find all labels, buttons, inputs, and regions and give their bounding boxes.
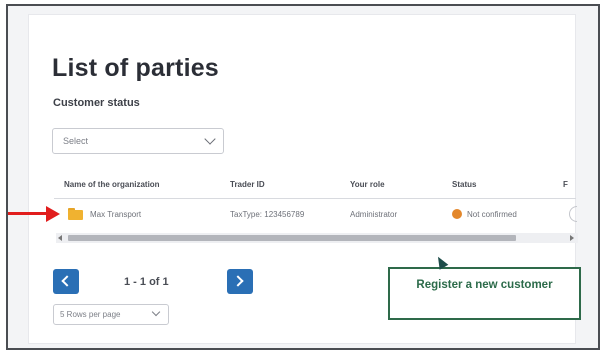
folder-icon (68, 208, 83, 220)
column-header-trader-id[interactable]: Trader ID (230, 180, 265, 189)
row-trader-id: TaxType: 123456789 (230, 210, 305, 219)
chevron-down-icon (204, 133, 216, 145)
next-page-button[interactable] (227, 269, 253, 294)
register-new-customer-button[interactable]: Register a new customer (388, 267, 581, 320)
scroll-left-icon[interactable] (58, 235, 62, 241)
column-header-role[interactable]: Your role (350, 180, 385, 189)
scroll-right-icon[interactable] (570, 235, 574, 241)
pagination-range: 1 - 1 of 1 (124, 276, 169, 288)
header-divider (54, 198, 576, 199)
column-header-truncated[interactable]: F (563, 180, 568, 189)
row-organization-name[interactable]: Max Transport (90, 210, 141, 219)
chevron-left-icon (61, 275, 73, 287)
chevron-down-icon (151, 307, 161, 317)
customer-status-select[interactable]: Select (52, 128, 224, 154)
rows-per-page-value: 5 Rows per page (60, 310, 121, 319)
chevron-right-icon (232, 275, 244, 287)
rows-per-page-select[interactable]: 5 Rows per page (53, 304, 169, 325)
register-button-label: Register a new customer (416, 279, 553, 291)
customer-status-select-value: Select (63, 136, 89, 146)
scrollbar-thumb[interactable] (68, 235, 516, 241)
column-header-organization[interactable]: Name of the organization (64, 180, 160, 189)
status-dot-icon (452, 209, 462, 219)
row-status: Not confirmed (467, 210, 517, 219)
previous-page-button[interactable] (53, 269, 79, 294)
page-title: List of parties (52, 54, 219, 82)
row-role: Administrator (350, 210, 398, 219)
annotation-arrow-icon (8, 205, 60, 223)
column-header-status[interactable]: Status (452, 180, 476, 189)
customer-status-label: Customer status (53, 97, 140, 109)
horizontal-scrollbar[interactable] (56, 233, 578, 243)
